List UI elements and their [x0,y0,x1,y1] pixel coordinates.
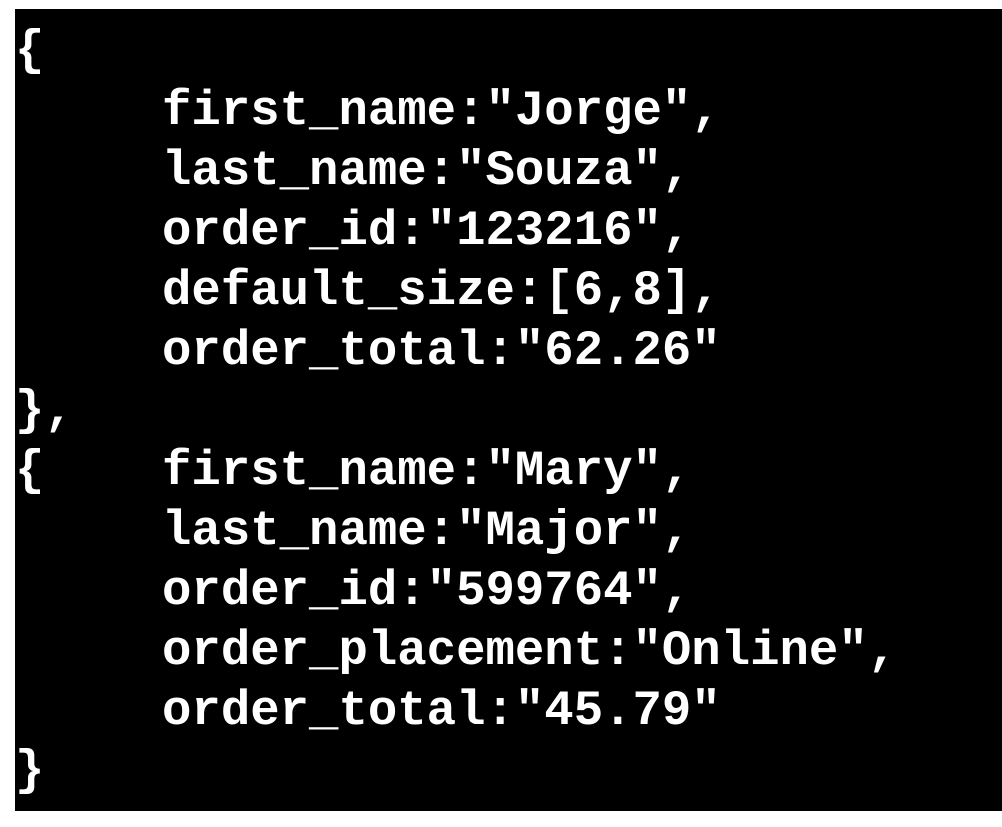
code-line-10: order_id:"599764", [15,563,692,619]
code-line-5: default_size:[6,8], [15,263,721,319]
code-line-4: order_id:"123216", [15,203,692,259]
code-line-13: } [15,743,45,799]
code-line-12: order_total:"45.79" [15,683,721,739]
code-line-6: order_total:"62.26" [15,323,721,379]
code-line-7: }, [15,383,74,439]
code-line-11: order_placement:"Online", [15,623,898,679]
code-line-3: last_name:"Souza", [15,143,692,199]
code-line-2: first_name:"Jorge", [15,83,721,139]
code-panel: { first_name:"Jorge", last_name:"Souza",… [15,9,1002,811]
code-line-1: { [15,23,45,79]
code-line-9: last_name:"Major", [15,503,692,559]
code-line-8: { first_name:"Mary", [15,443,692,499]
